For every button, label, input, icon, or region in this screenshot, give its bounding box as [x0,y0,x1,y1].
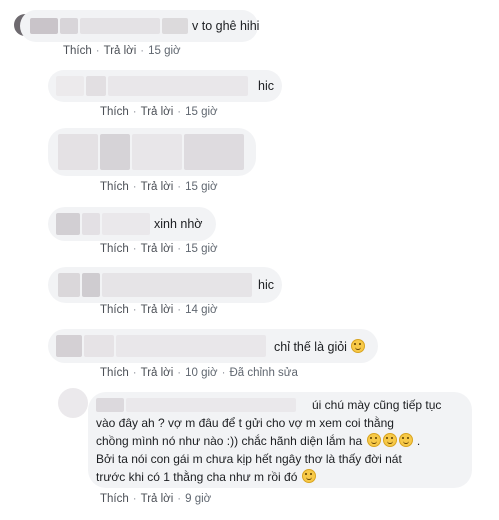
comment-text: trước khi có 1 thằng cha như m rồi đó [96,468,317,486]
like-link[interactable]: Thích [100,493,129,505]
comment-bubble-6: chỉ thế là giỏi [48,329,378,363]
comment-actions: Thích · Trả lời · 15 giờ [100,181,218,193]
like-link[interactable]: Thích [63,45,92,57]
reply-link[interactable]: Trả lời [141,493,174,505]
reply-link[interactable]: Trả lời [141,181,174,193]
redacted-name [82,273,100,297]
redacted-name [80,18,160,34]
comment-actions: Thích · Trả lời · 10 giờ · Đã chỉnh sửa [100,367,298,379]
redacted-text [184,134,244,170]
comment-actions: Thích · Trả lời · 14 giờ [100,304,218,316]
redacted-name [56,213,80,235]
redacted-name [56,76,84,96]
comment-actions: Thích · Trả lời · 15 giờ [100,106,218,118]
comment-bubble-2: hic [48,70,282,102]
redacted-name [60,18,78,34]
redacted-name [102,273,252,297]
timestamp[interactable]: 9 giờ [185,493,211,505]
redacted-name [96,398,124,412]
timestamp[interactable]: 14 giờ [185,304,217,316]
reply-link[interactable]: Trả lời [141,367,174,379]
comment-actions: Thích · Trả lời · 9 giờ [100,493,212,505]
like-link[interactable]: Thích [100,106,129,118]
smile-emoji-icon [398,433,413,447]
comment-bubble-4: xinh nhờ [48,207,216,241]
redacted-text [132,134,182,170]
redacted-name [102,213,150,235]
comment-text: v to ghê hihi [192,19,260,33]
like-link[interactable]: Thích [100,181,129,193]
comment-actions: Thích · Trả lời · 15 giờ [100,243,218,255]
timestamp[interactable]: 15 giờ [185,181,217,193]
redacted-text [100,134,130,170]
redacted-name [56,335,82,357]
redacted-name [162,18,188,34]
like-link[interactable]: Thích [100,304,129,316]
timestamp[interactable]: 15 giờ [148,45,180,57]
timestamp[interactable]: 15 giờ [185,106,217,118]
comment-actions: Thích · Trả lời · 15 giờ [63,45,181,57]
reply-link[interactable]: Trả lời [141,243,174,255]
comment-bubble-5: hic [48,267,282,303]
avatar[interactable] [58,388,88,418]
comment-text: chỉ thế là giỏi [274,339,366,354]
like-link[interactable]: Thích [100,367,129,379]
comment-text: hic [258,79,274,93]
comment-text: chồng mình nó như nào :)) chắc hãnh diện… [96,433,421,448]
comment-bubble-7: úi chú mày cũng tiếp tục vào đây ah ? vợ… [88,392,472,488]
comment-text: úi chú mày cũng tiếp tục [312,398,442,412]
redacted-name [108,76,248,96]
comment-text: Bởi ta nói con gái m chưa kịp hết ngây t… [96,452,402,466]
redacted-name [116,335,266,357]
redacted-name [30,18,58,34]
timestamp[interactable]: 10 giờ [185,367,217,379]
comment-text: vào đây ah ? vợ m đâu để t gửi cho vợ m … [96,416,394,430]
like-link[interactable]: Thích [100,243,129,255]
redacted-name [126,398,296,412]
reply-link[interactable]: Trả lời [141,106,174,118]
smile-emoji-icon [301,469,316,483]
timestamp[interactable]: 15 giờ [185,243,217,255]
comment-bubble-3 [48,128,256,176]
redacted-name [84,335,114,357]
edited-label[interactable]: Đã chỉnh sửa [229,367,297,379]
redacted-name [86,76,106,96]
comment-text: xinh nhờ [154,217,203,231]
redacted-name [82,213,100,235]
reply-link[interactable]: Trả lời [141,304,174,316]
comment-bubble-1: v to ghê hihi [20,10,260,42]
smile-emoji-icon [382,433,397,447]
redacted-text [58,134,98,170]
reply-link[interactable]: Trả lời [104,45,137,57]
rofl-emoji-icon [351,339,366,353]
smile-emoji-icon [366,433,381,447]
redacted-name [58,273,80,297]
comment-text: hic [258,278,274,292]
